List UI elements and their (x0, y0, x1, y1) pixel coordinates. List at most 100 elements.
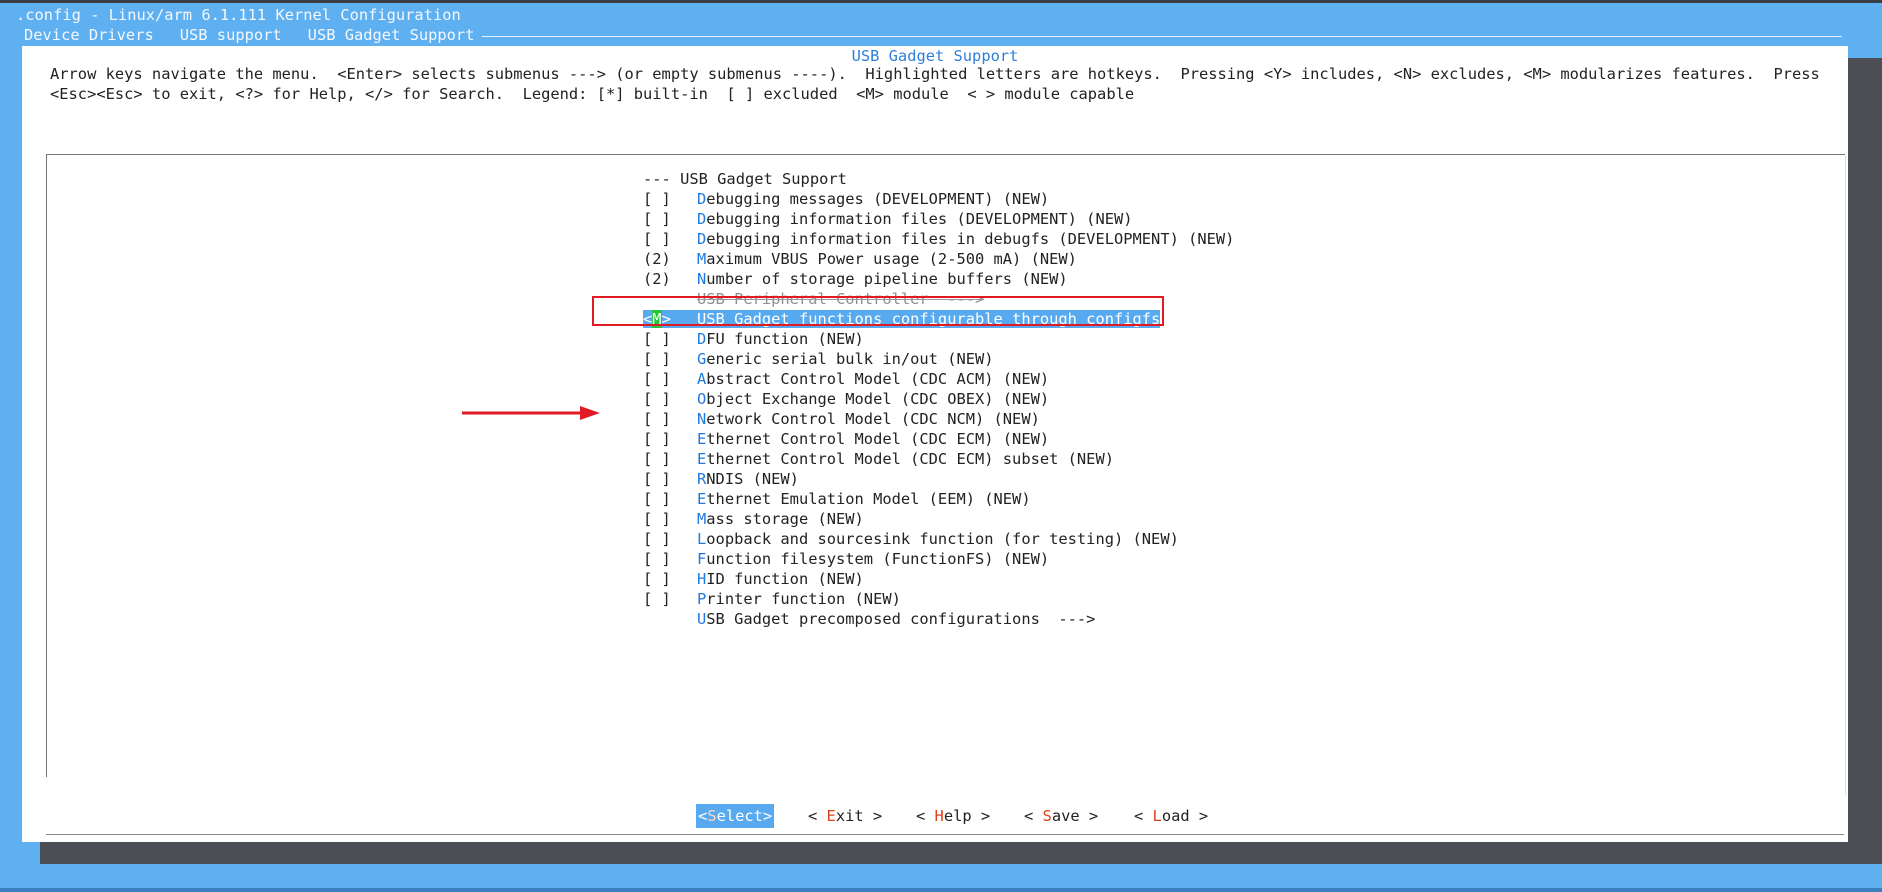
menu-item-hotkey: P (697, 590, 707, 608)
menu-item-hotkey: F (697, 550, 707, 568)
menu-item-state: [ ] (643, 330, 671, 348)
menu-header-prefix: --- (643, 170, 671, 188)
button-open: < (916, 807, 935, 825)
menu-item-state: (2) (643, 250, 671, 268)
menu-item-hotkey: O (697, 390, 707, 408)
help-line-1: Arrow keys navigate the menu. <Enter> se… (50, 65, 1820, 83)
menu-item-state: [ ] (643, 570, 671, 588)
menu-item[interactable]: [ ] Printer function (NEW) (643, 589, 1234, 609)
menu-item-state: [ ] (643, 550, 671, 568)
button-hotkey: L (1152, 807, 1162, 825)
menu-item-state: [ ] (643, 190, 671, 208)
menu-item[interactable]: [ ] Debugging information files in debugf… (643, 229, 1234, 249)
menu-item-hotkey: E (697, 450, 707, 468)
menu-box: --- USB Gadget Support[ ] Debugging messa… (46, 154, 1846, 795)
window-title: .config - Linux/arm 6.1.111 Kernel Confi… (16, 6, 461, 24)
menu-item-label: oopback and sourcesink function (for tes… (706, 530, 1179, 548)
menu-item-label: ass storage (NEW) (706, 510, 864, 528)
button-close: > (762, 807, 773, 825)
menu-item-state: [ ] (643, 470, 671, 488)
menu-item-state: [ ] (643, 490, 671, 508)
menu-item-state: [ ] (643, 230, 671, 248)
menu-item-label: USB Gadget Support (680, 170, 847, 188)
button-open: < (808, 807, 827, 825)
menu-item-hotkey: D (697, 330, 707, 348)
menu-item[interactable]: [ ] Loopback and sourcesink function (for… (643, 529, 1234, 549)
config-dialog: USB Gadget Support Arrow keys navigate t… (22, 46, 1848, 842)
button-rest: xit (835, 807, 864, 825)
button-open: < (698, 807, 708, 825)
menu-item-label: etwork Control Model (CDC NCM) (NEW) (706, 410, 1040, 428)
menu-item-hotkey: U (697, 610, 707, 628)
menu-item[interactable]: (2) Number of storage pipeline buffers (N… (643, 269, 1234, 289)
annotation-arrow-icon (462, 406, 600, 420)
menu-item[interactable]: [ ] Generic serial bulk in/out (NEW) (643, 349, 1234, 369)
button-close: > (1079, 807, 1099, 825)
menu-item-state: [ ] (643, 590, 671, 608)
menu-item[interactable]: [ ] Network Control Model (CDC NCM) (NEW) (643, 409, 1234, 429)
annotation-highlight-box (592, 296, 1164, 326)
menu-item-label: ebugging messages (DEVELOPMENT) (NEW) (706, 190, 1050, 208)
menu-item[interactable]: [ ] Debugging messages (DEVELOPMENT) (NEW… (643, 189, 1234, 209)
menu-item[interactable]: [ ] RNDIS (NEW) (643, 469, 1234, 489)
button-close: > (863, 807, 883, 825)
menu-item[interactable]: [ ] Ethernet Emulation Model (EEM) (NEW) (643, 489, 1234, 509)
menu-item[interactable]: [ ] Function filesystem (FunctionFS) (NEW… (643, 549, 1234, 569)
menu-item-label: ebugging information files (DEVELOPMENT)… (706, 210, 1133, 228)
menu-item[interactable]: [ ] Mass storage (NEW) (643, 509, 1234, 529)
menu-item[interactable]: [ ] Object Exchange Model (CDC OBEX) (NEW… (643, 389, 1234, 409)
help-text: Arrow keys navigate the menu. <Enter> se… (50, 64, 1820, 104)
button-rest: ave (1051, 807, 1080, 825)
menu-item-hotkey: L (697, 530, 707, 548)
menu-item[interactable]: [ ] Abstract Control Model (CDC ACM) (NEW… (643, 369, 1234, 389)
save-button[interactable]: < Save > (1024, 804, 1098, 828)
menu-item-hotkey: R (697, 470, 707, 488)
menu-item-label: thernet Control Model (CDC ECM) subset (… (706, 450, 1114, 468)
menu-item-hotkey: N (697, 270, 707, 288)
button-hotkey: S (707, 807, 717, 825)
button-rest: elect (716, 807, 763, 825)
menu-item-hotkey: H (697, 570, 707, 588)
menu-item-state: [ ] (643, 530, 671, 548)
menu-list: --- USB Gadget Support[ ] Debugging messa… (643, 169, 1234, 629)
help-button[interactable]: < Help > (916, 804, 990, 828)
menu-item[interactable]: USB Gadget precomposed configurations --… (643, 609, 1234, 629)
button-close: > (1189, 807, 1209, 825)
menu-item-label: umber of storage pipeline buffers (NEW) (706, 270, 1068, 288)
load-button[interactable]: < Load > (1134, 804, 1208, 828)
menu-item[interactable]: [ ] Debugging information files (DEVELOPM… (643, 209, 1234, 229)
dialog-title: USB Gadget Support (851, 47, 1019, 65)
menu-item-label: unction filesystem (FunctionFS) (NEW) (706, 550, 1050, 568)
menu-item[interactable]: [ ] HID function (NEW) (643, 569, 1234, 589)
menu-item[interactable]: [ ] Ethernet Control Model (CDC ECM) subs… (643, 449, 1234, 469)
menu-item-hotkey: N (697, 410, 707, 428)
help-line-2: <Esc><Esc> to exit, <?> for Help, </> fo… (50, 85, 1135, 103)
breadcrumb-usb-gadget-support: USB Gadget Support (307, 26, 475, 44)
menu-item-state: [ ] (643, 510, 671, 528)
button-bar: <Select> < Exit > < Help > < Save > < Load > (22, 804, 1848, 828)
breadcrumb-device-drivers: Device Drivers (24, 26, 154, 44)
menu-item-state: [ ] (643, 350, 671, 368)
menu-item[interactable]: --- USB Gadget Support (643, 169, 1234, 189)
menu-item-state: [ ] (643, 410, 671, 428)
menu-item[interactable]: [ ] Ethernet Control Model (CDC ECM) (NEW… (643, 429, 1234, 449)
menu-item-state: [ ] (643, 450, 671, 468)
button-open: < (1134, 807, 1153, 825)
select-button[interactable]: <Select> (696, 804, 775, 828)
menu-item-hotkey: M (697, 510, 707, 528)
menu-item-hotkey: D (697, 190, 707, 208)
menu-item-state: [ ] (643, 370, 671, 388)
dialog-bottom-rule (46, 834, 1844, 835)
menu-item-label: ebugging information files in debugfs (D… (706, 230, 1235, 248)
button-close: > (971, 807, 991, 825)
menu-item-label: FU function (NEW) (706, 330, 864, 348)
menu-item[interactable]: (2) Maximum VBUS Power usage (2-500 mA) (… (643, 249, 1234, 269)
menu-item-label: NDIS (NEW) (706, 470, 799, 488)
exit-button[interactable]: < Exit > (808, 804, 882, 828)
menu-item-label: bject Exchange Model (CDC OBEX) (NEW) (706, 390, 1050, 408)
menu-item[interactable]: [ ] DFU function (NEW) (643, 329, 1234, 349)
menu-item-state: [ ] (643, 390, 671, 408)
menu-item-hotkey: A (697, 370, 707, 388)
menu-item-hotkey: E (697, 430, 707, 448)
menu-item-hotkey: M (697, 250, 707, 268)
